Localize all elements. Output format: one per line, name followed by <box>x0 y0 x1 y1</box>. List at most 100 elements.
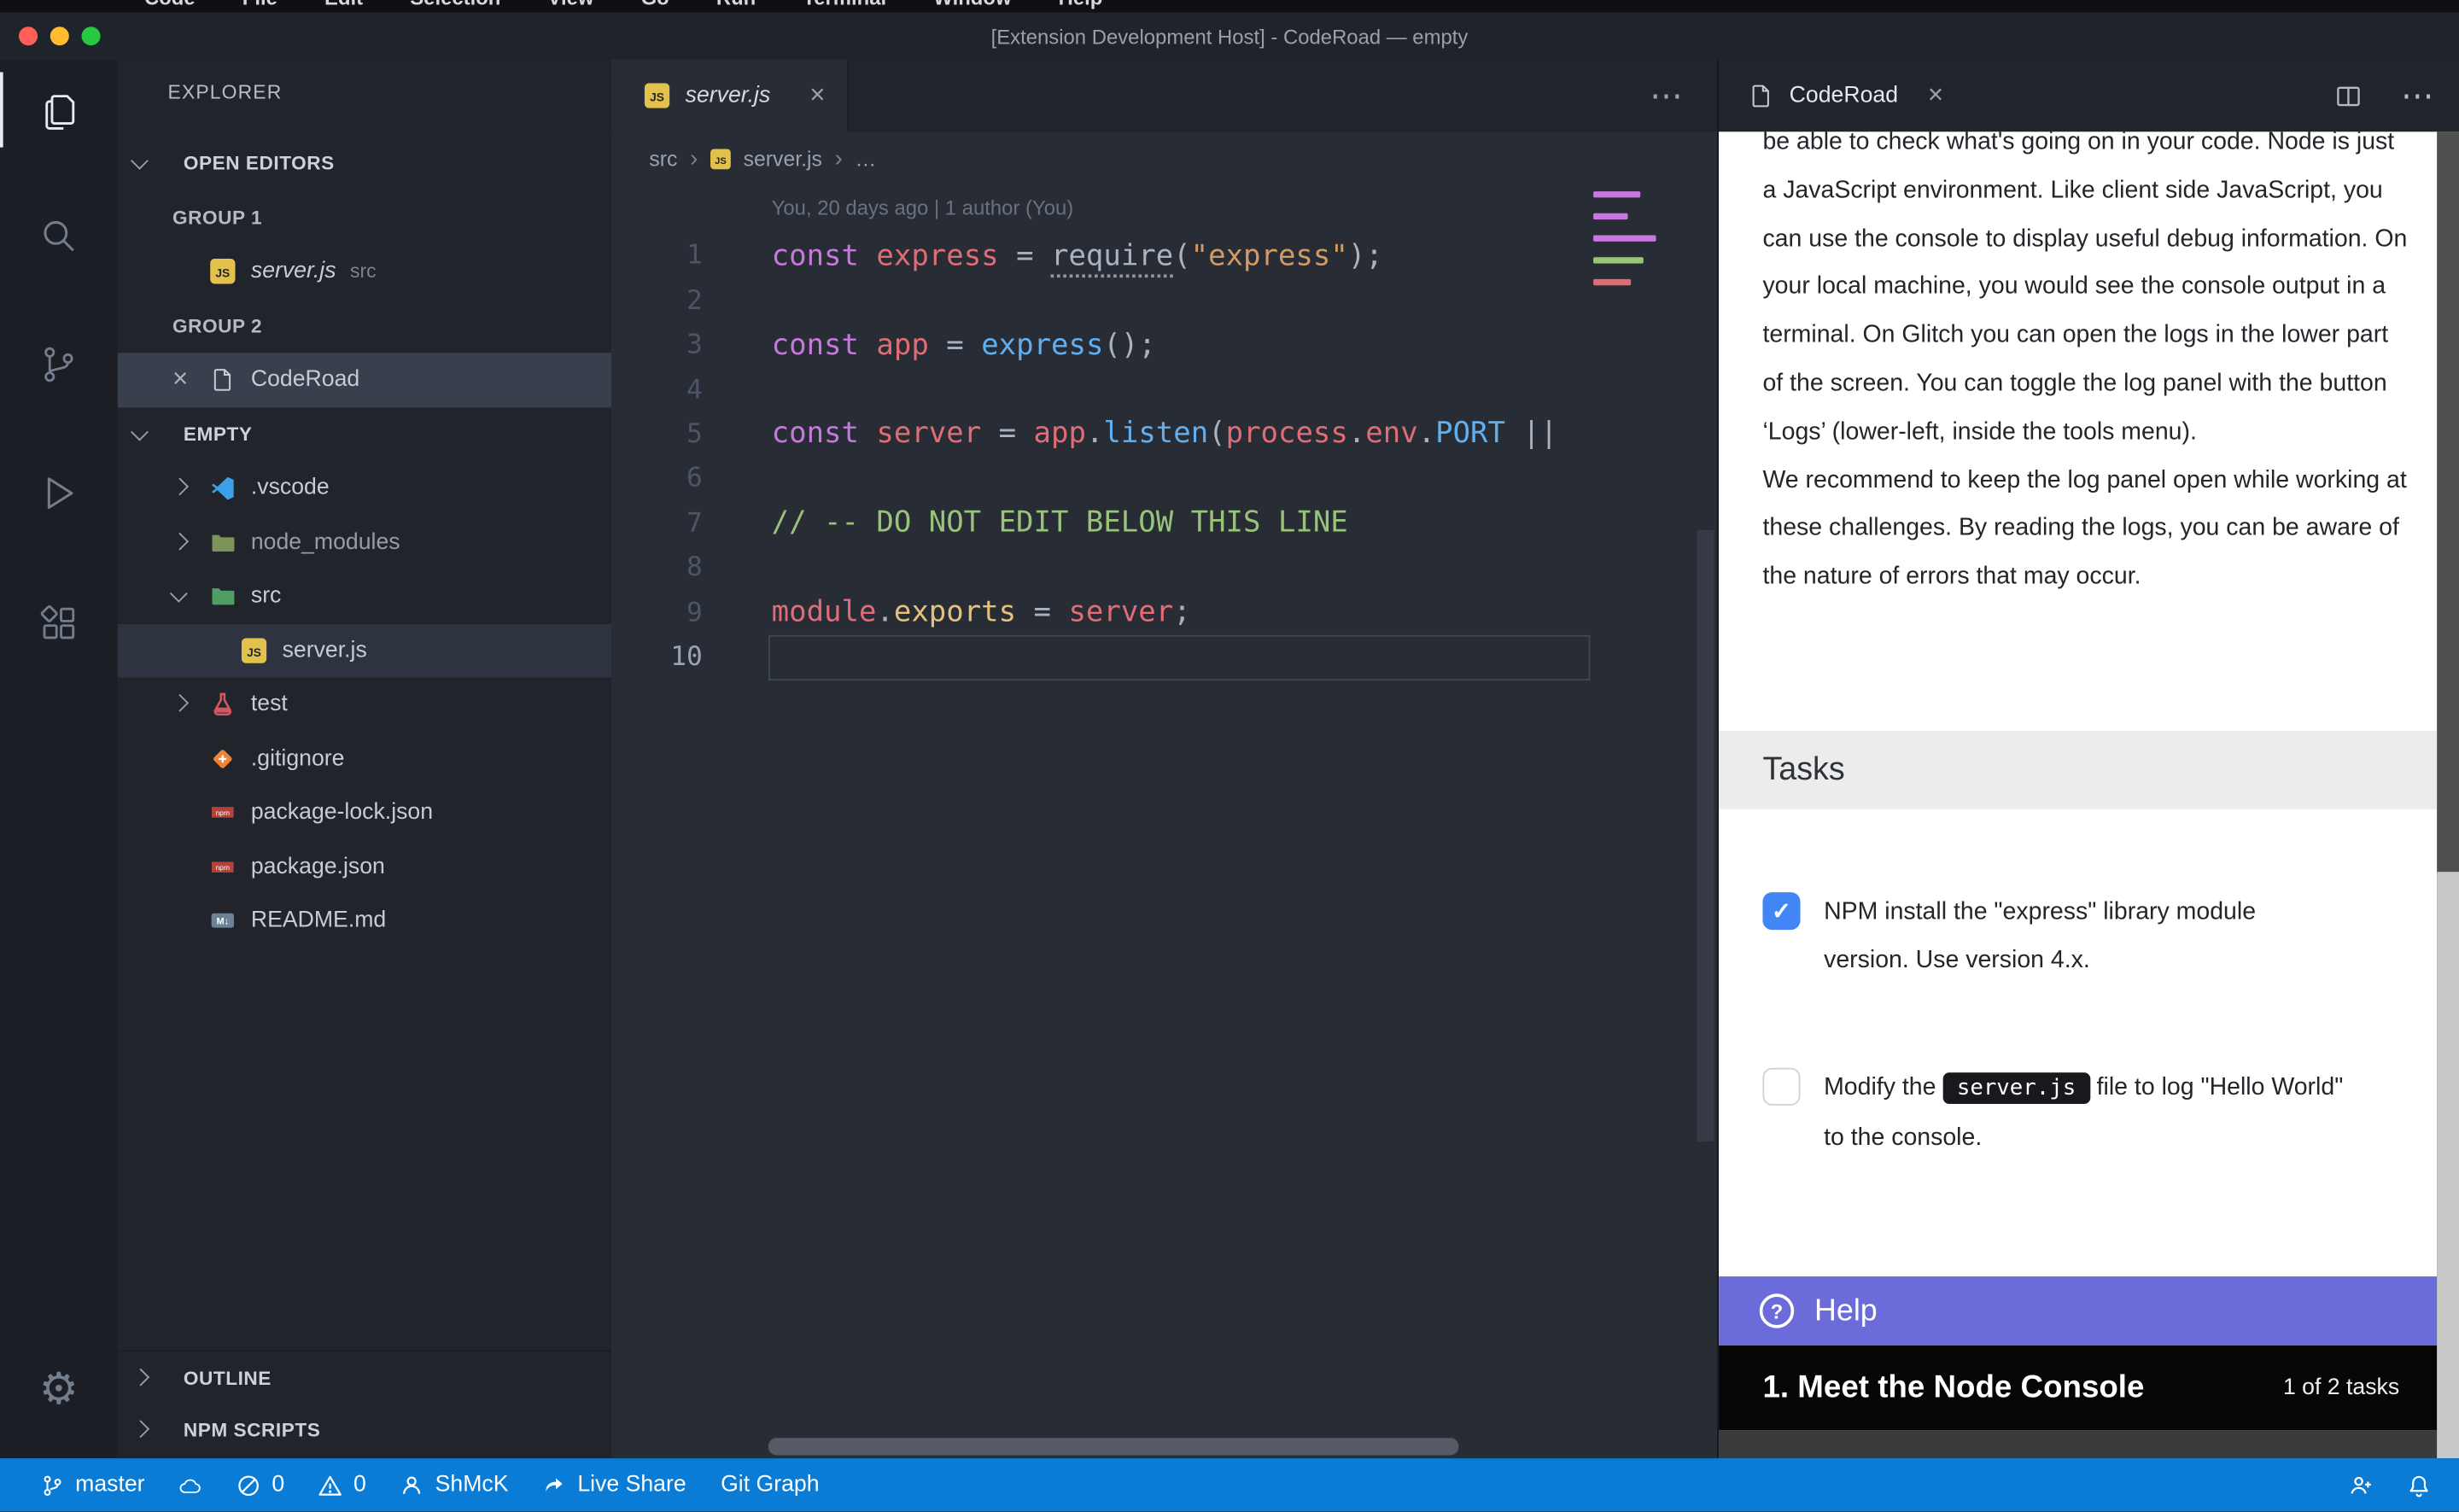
menu-item-help[interactable]: Help <box>1059 0 1103 13</box>
item-label: README.md <box>251 908 386 933</box>
chevron-right-icon <box>133 1424 169 1437</box>
tab-close-icon[interactable]: × <box>1928 80 1943 112</box>
node-icon <box>208 528 237 557</box>
code-line-7[interactable]: 7// -- DO NOT EDIT BELOW THIS LINE <box>611 501 1717 546</box>
menu-item-file[interactable]: File <box>242 0 277 13</box>
sidebar-item-vscode[interactable]: .vscode <box>118 461 612 515</box>
status-git-branch[interactable]: master <box>41 1473 145 1497</box>
status-live-share[interactable]: Live Share <box>543 1473 686 1497</box>
chevron-down-icon[interactable] <box>172 590 208 603</box>
lesson-text: be able to check what's going on in your… <box>1762 131 2411 602</box>
sidebar-item-test[interactable]: test <box>118 677 612 731</box>
breadcrumbs: src › JS server.js › … <box>611 131 1717 184</box>
chevron-right-icon[interactable] <box>172 482 208 494</box>
close-button[interactable] <box>19 26 38 45</box>
chevron-right-icon[interactable] <box>172 698 208 711</box>
help-section[interactable]: ? Help <box>1719 1276 2437 1346</box>
editor-more-actions-icon[interactable]: ⋯ <box>1650 60 1683 131</box>
status-notifications[interactable] <box>2407 1474 2431 1497</box>
code-line-2[interactable]: 2 <box>611 278 1717 323</box>
item-label: server.js <box>283 638 367 663</box>
source-control-icon[interactable] <box>0 326 118 401</box>
code-line-9[interactable]: 9module.exports = server; <box>611 591 1717 635</box>
npm-icon: npm <box>208 798 237 826</box>
help-icon: ? <box>1760 1293 1794 1328</box>
lesson-title: 1. Meet the Node Console <box>1762 1369 2144 1405</box>
panel-scrollbar-thumb[interactable] <box>2437 131 2459 872</box>
menu-item-terminal[interactable]: Terminal <box>803 0 886 13</box>
code-line-4[interactable]: 4 <box>611 367 1717 412</box>
sidebar-section-outline[interactable]: OUTLINE <box>118 1350 612 1404</box>
code-line-10[interactable]: 10 <box>611 635 1717 680</box>
sidebar-item-package-lock-json[interactable]: npmpackage-lock.json <box>118 785 612 839</box>
task-checkbox[interactable] <box>1762 1068 1800 1106</box>
chevron-right-icon[interactable] <box>172 536 208 549</box>
code-text: const server = app.listen(process.env.PO… <box>772 417 1558 451</box>
split-editor-icon[interactable] <box>2333 82 2362 110</box>
sidebar-item-server-js[interactable]: JSserver.jssrc <box>118 245 612 299</box>
code-line-8[interactable]: 8 <box>611 546 1717 590</box>
code-line-1[interactable]: 1const express = require("express"); <box>611 234 1717 278</box>
code-line-3[interactable]: 3const app = express(); <box>611 323 1717 367</box>
zoom-button[interactable] <box>82 26 101 45</box>
status-account[interactable]: ShMcK <box>400 1473 508 1497</box>
explorer-icon[interactable] <box>0 72 118 147</box>
menu-item-go[interactable]: Go <box>641 0 669 13</box>
minimap-line <box>1593 268 1678 279</box>
sidebar-item-package-json[interactable]: npmpackage.json <box>118 840 612 894</box>
sidebar-section-npm-scripts[interactable]: NPM SCRIPTS <box>118 1404 612 1457</box>
svg-text:JS: JS <box>715 155 727 166</box>
npm-icon: npm <box>208 853 237 881</box>
settings-gear-icon[interactable]: ⚙ <box>0 1351 118 1427</box>
code-text: module.exports = server; <box>772 596 1191 629</box>
sidebar-item-src[interactable]: src <box>118 569 612 623</box>
close-icon[interactable]: × <box>172 365 208 396</box>
editor-vertical-scrollbar[interactable] <box>1697 530 1714 1141</box>
breadcrumb-server-js[interactable]: server.js <box>744 147 822 171</box>
item-label: .gitignore <box>251 746 345 771</box>
search-icon[interactable] <box>0 197 118 272</box>
person-add-icon <box>2349 1474 2373 1497</box>
tab-close-icon[interactable]: × <box>809 80 825 112</box>
sidebar-section-open-editors[interactable]: OPEN EDITORS <box>118 137 612 190</box>
status-errors[interactable]: 0 <box>237 1473 284 1497</box>
line-number: 2 <box>611 285 724 317</box>
item-label: src <box>251 584 282 609</box>
doc-icon <box>208 365 237 394</box>
code-line-5[interactable]: 5const server = app.listen(process.env.P… <box>611 412 1717 457</box>
tab-server-js[interactable]: JS server.js × <box>611 60 849 131</box>
menu-item-selection[interactable]: Selection <box>410 0 500 13</box>
code-line-6[interactable]: 6 <box>611 457 1717 501</box>
menu-item-run[interactable]: Run <box>716 0 756 13</box>
status-git-graph[interactable]: Git Graph <box>721 1473 819 1497</box>
status-warnings[interactable]: 0 <box>319 1473 366 1497</box>
sidebar-section-empty[interactable]: EMPTY <box>118 407 612 461</box>
sidebar-item-node-modules[interactable]: node_modules <box>118 515 612 569</box>
sidebar-item-coderoad[interactable]: ×CodeRoad <box>118 353 612 406</box>
tab-coderoad[interactable]: CodeRoad × <box>1719 80 1943 112</box>
status-sync[interactable] <box>179 1474 203 1497</box>
inline-code: server.js <box>1942 1072 2089 1104</box>
status-right <box>2349 1474 2431 1497</box>
codelens-blame[interactable]: You, 20 days ago | 1 author (You) <box>772 196 1074 220</box>
sidebar-item-readme-md[interactable]: M↓README.md <box>118 894 612 948</box>
panel-more-actions-icon[interactable]: ⋯ <box>2401 79 2434 113</box>
task-checkbox[interactable]: ✓ <box>1762 892 1800 930</box>
minimap[interactable] <box>1593 191 1678 301</box>
menu-item-window[interactable]: Window <box>933 0 1011 13</box>
minimize-button[interactable] <box>50 26 69 45</box>
sidebar-item-gitignore[interactable]: .gitignore <box>118 732 612 785</box>
lesson-header[interactable]: 1. Meet the Node Console 1 of 2 tasks <box>1719 1346 2437 1430</box>
breadcrumb-src[interactable]: src <box>649 147 677 171</box>
code-lines: 1const express = require("express"); 2 3co… <box>611 234 1717 680</box>
extensions-icon[interactable] <box>0 585 118 660</box>
menu-item-view[interactable]: View <box>547 0 593 13</box>
status-add-collaborator[interactable] <box>2349 1474 2373 1497</box>
breadcrumb-symbol[interactable]: … <box>855 147 876 171</box>
line-number: 4 <box>611 374 724 406</box>
sidebar-item-server-js[interactable]: JSserver.js <box>118 623 612 677</box>
editor-horizontal-scrollbar[interactable] <box>768 1438 1458 1455</box>
menu-item-edit[interactable]: Edit <box>324 0 363 13</box>
run-debug-icon[interactable] <box>0 455 118 530</box>
menu-item-code[interactable]: Code <box>144 0 196 13</box>
